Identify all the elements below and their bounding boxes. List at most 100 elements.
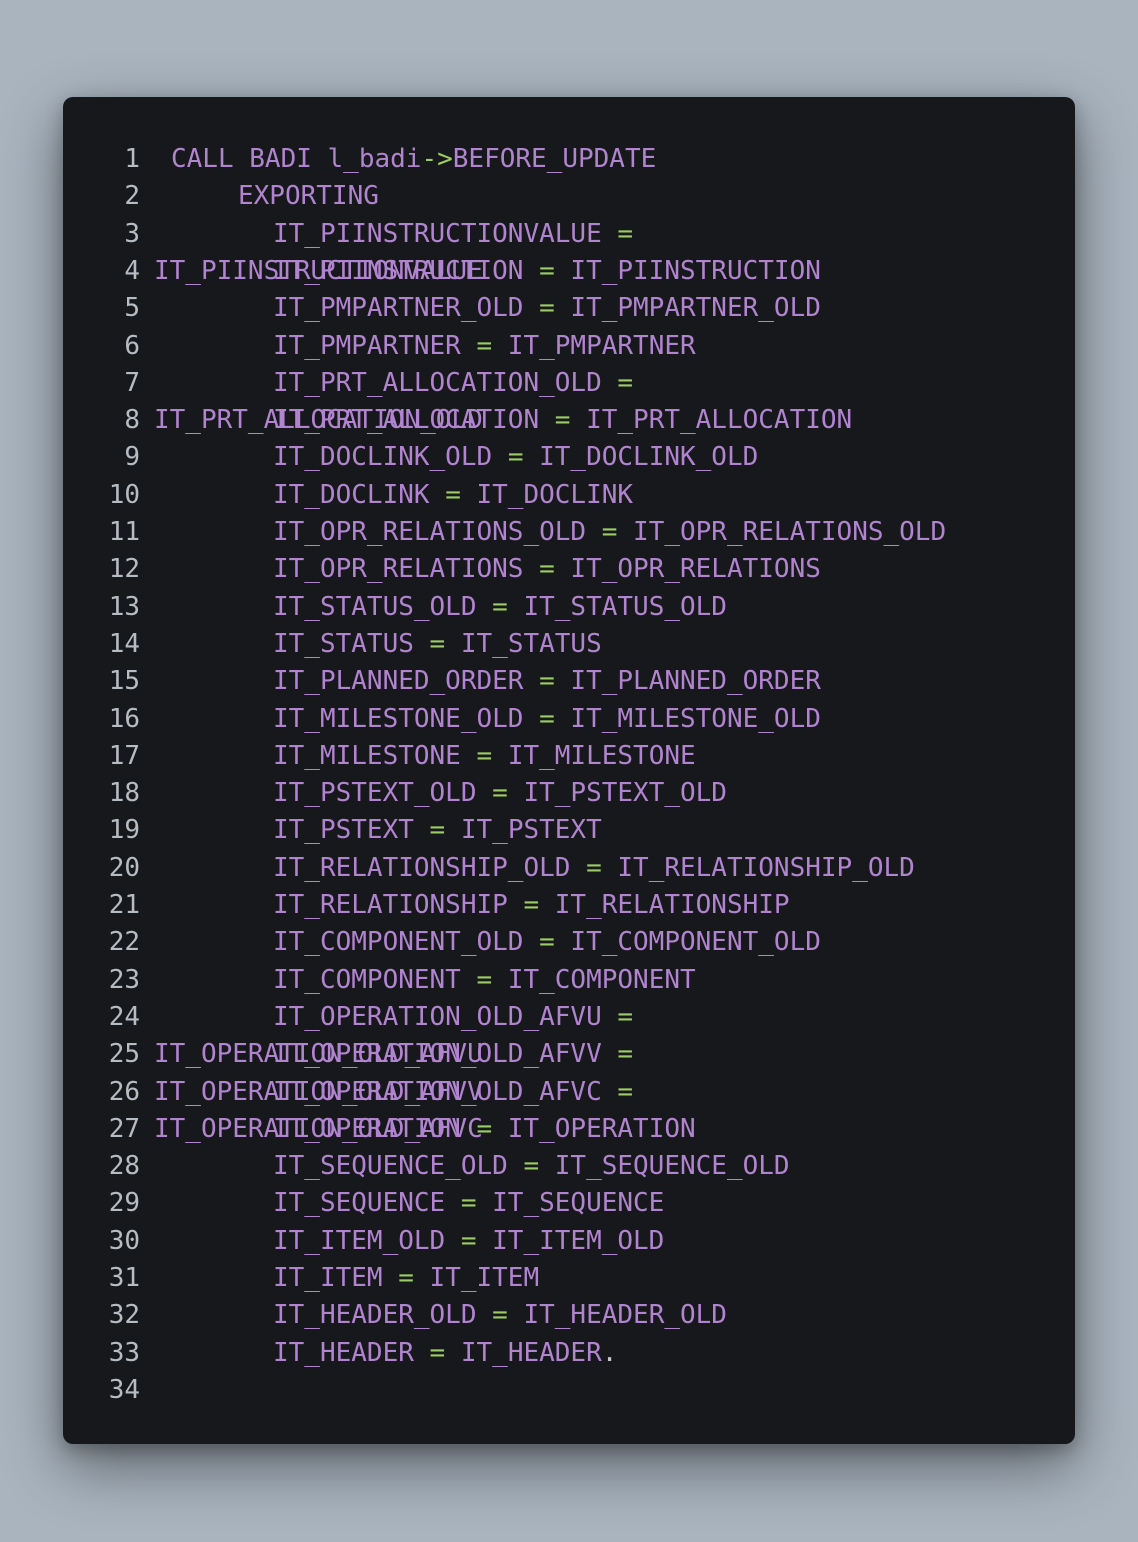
code-text: IT_SEQUENCE = IT_SEQUENCE <box>273 1185 664 1222</box>
code-text: IT_ITEM_OLD = IT_ITEM_OLD <box>273 1223 664 1260</box>
wrapped-code-text: IT_PRT_ALLOCATION_OLD <box>154 405 483 436</box>
line-number: 19 <box>108 815 140 846</box>
code-text: IT_SEQUENCE_OLD = IT_SEQUENCE_OLD <box>273 1148 790 1185</box>
code-token: IT_DOCLINK <box>273 479 446 510</box>
code-token: IT_OPERATION_OLD_AFVU <box>273 1001 618 1032</box>
line-number: 24 <box>108 1001 140 1032</box>
code-token: IT_SEQUENCE_OLD <box>273 1151 524 1182</box>
code-text: IT_OPR_RELATIONS_OLD = IT_OPR_RELATIONS_… <box>273 514 946 551</box>
code-line: 20 IT_RELATIONSHIP_OLD = IT_RELATIONSHIP_… <box>63 850 1075 887</box>
operator-token: = <box>586 852 602 883</box>
line-number: 9 <box>124 442 140 473</box>
code-text: IT_DOCLINK = IT_DOCLINK <box>273 477 633 514</box>
code-token: IT_HEADER <box>445 1337 602 1368</box>
line-number: 20 <box>108 852 140 883</box>
operator-token: = <box>429 628 446 659</box>
code-line: 34 <box>63 1372 1075 1409</box>
code-token: IT_PLANNED_ORDER <box>554 666 821 697</box>
code-line: 12 IT_OPR_RELATIONS = IT_OPR_RELATIONS <box>63 551 1075 588</box>
code-line: 8 IT_PRT_ALLOCATION = IT_PRT_ALLOCATION IT… <box>63 402 1075 439</box>
line-number: 21 <box>108 890 140 920</box>
code-line: 29 IT_SEQUENCE = IT_SEQUENCE <box>63 1185 1075 1222</box>
code-line: 33 IT_HEADER = IT_HEADER. <box>63 1335 1075 1372</box>
operator-token: = <box>539 554 555 585</box>
code-token: IT_PMPARTNER_OLD <box>273 293 540 324</box>
line-number: 32 <box>108 1300 140 1331</box>
code-line: 5 IT_PMPARTNER_OLD = IT_PMPARTNER_OLD <box>63 290 1075 327</box>
operator-token: = <box>539 666 555 697</box>
wrapped-code-text: IT_OPERATION_OLD_AFVU <box>154 1039 483 1070</box>
code-token: IT_MILESTONE_OLD <box>273 703 540 734</box>
code-token: IT_STATUS_OLD <box>507 591 727 622</box>
code-line: 4 IT_PIINSTRUCTION = IT_PIINSTRUCTION IT_P… <box>63 253 1075 290</box>
code-line: 19 IT_PSTEXT = IT_PSTEXT <box>63 812 1075 849</box>
code-token: IT_SEQUENCE <box>476 1188 665 1219</box>
operator-token: = <box>539 255 555 286</box>
operator-token: = <box>429 1337 446 1368</box>
line-number: 12 <box>108 554 140 585</box>
code-text: IT_ITEM = IT_ITEM <box>273 1260 539 1297</box>
code-text: IT_MILESTONE_OLD = IT_MILESTONE_OLD <box>273 701 821 738</box>
code-token: IT_COMPONENT <box>273 964 477 995</box>
code-token: IT_STATUS <box>445 628 602 659</box>
code-text: IT_PMPARTNER = IT_PMPARTNER <box>273 328 696 365</box>
operator-token: = <box>460 1188 477 1219</box>
code-line: 22 IT_COMPONENT_OLD = IT_COMPONENT_OLD <box>63 924 1075 961</box>
line-number: 8 <box>124 405 140 436</box>
code-line: 21 IT_RELATIONSHIP = IT_RELATIONSHIP <box>63 887 1075 924</box>
code-card: 1 CALL BADI l_badi->BEFORE_UPDATE 2 EXPORTI… <box>63 97 1075 1444</box>
code-token: IT_ITEM_OLD <box>273 1225 461 1256</box>
code-token: IT_PSTEXT_OLD <box>273 778 493 809</box>
code-token: IT_SEQUENCE <box>273 1188 461 1219</box>
code-token: IT_RELATIONSHIP <box>539 890 790 920</box>
line-number: 30 <box>108 1225 140 1256</box>
code-token: IT_PRT_ALLOCATION <box>570 405 853 436</box>
operator-token: = <box>523 1151 540 1182</box>
code-token: IT_OPR_RELATIONS <box>554 554 821 585</box>
operator-token: = <box>617 367 634 398</box>
code-token: IT_PMPARTNER_OLD <box>554 293 821 324</box>
code-token: IT_COMPONENT <box>492 964 696 995</box>
line-number: 7 <box>124 367 140 398</box>
line-number: 33 <box>108 1337 140 1368</box>
code-text: IT_OPERATION_OLD_AFVU = <box>273 999 633 1036</box>
line-number: 23 <box>108 964 140 995</box>
code-line: 7 IT_PRT_ALLOCATION_OLD = <box>63 365 1075 402</box>
code-token: IT_PMPARTNER <box>492 330 696 361</box>
code-text: IT_COMPONENT_OLD = IT_COMPONENT_OLD <box>273 924 821 961</box>
code-token: IT_DOCLINK <box>460 479 634 510</box>
code-line: 1 CALL BADI l_badi->BEFORE_UPDATE <box>63 141 1075 178</box>
code-token: IT_HEADER_OLD <box>507 1300 727 1331</box>
operator-token: = <box>476 964 493 995</box>
code-block: 1 CALL BADI l_badi->BEFORE_UPDATE 2 EXPORTI… <box>63 97 1075 1444</box>
code-token: IT_OPR_RELATIONS_OLD <box>273 517 602 547</box>
line-number: 10 <box>108 479 140 510</box>
operator-token: = <box>539 927 555 958</box>
code-token: IT_STATUS_OLD <box>273 591 493 622</box>
operator-token: -> <box>421 144 453 174</box>
code-line: 15 IT_PLANNED_ORDER = IT_PLANNED_ORDER <box>63 663 1075 700</box>
operator-token: = <box>492 778 508 809</box>
code-line: 18 IT_PSTEXT_OLD = IT_PSTEXT_OLD <box>63 775 1075 812</box>
code-text: IT_MILESTONE = IT_MILESTONE <box>273 738 696 775</box>
code-text: IT_RELATIONSHIP = IT_RELATIONSHIP <box>273 887 790 924</box>
code-line: 28 IT_SEQUENCE_OLD = IT_SEQUENCE_OLD <box>63 1148 1075 1185</box>
code-text: CALL BADI l_badi->BEFORE_UPDATE <box>171 141 656 178</box>
code-token: IT_PIINSTRUCTIONVALUE <box>273 218 618 249</box>
code-line: 24 IT_OPERATION_OLD_AFVU = <box>63 999 1075 1036</box>
operator-token: = <box>476 740 493 771</box>
operator-token: = <box>539 703 555 734</box>
code-token: IT_MILESTONE <box>492 740 696 771</box>
operator-token: = <box>539 293 555 324</box>
code-token: IT_PSTEXT_OLD <box>507 778 727 809</box>
line-number: 31 <box>108 1263 140 1293</box>
code-token: IT_COMPONENT_OLD <box>273 927 540 958</box>
code-token: BEFORE_UPDATE <box>452 144 657 174</box>
code-token: IT_ITEM_OLD <box>476 1225 665 1256</box>
line-number: 22 <box>108 927 140 958</box>
line-number: 16 <box>108 703 140 734</box>
code-line: 3 IT_PIINSTRUCTIONVALUE = <box>63 216 1075 253</box>
code-token: IT_RELATIONSHIP_OLD <box>601 852 915 883</box>
code-line: 25 IT_OPERATION_OLD_AFVV = IT_OPERATION_OL… <box>63 1036 1075 1073</box>
code-text: IT_PSTEXT = IT_PSTEXT <box>273 812 602 849</box>
